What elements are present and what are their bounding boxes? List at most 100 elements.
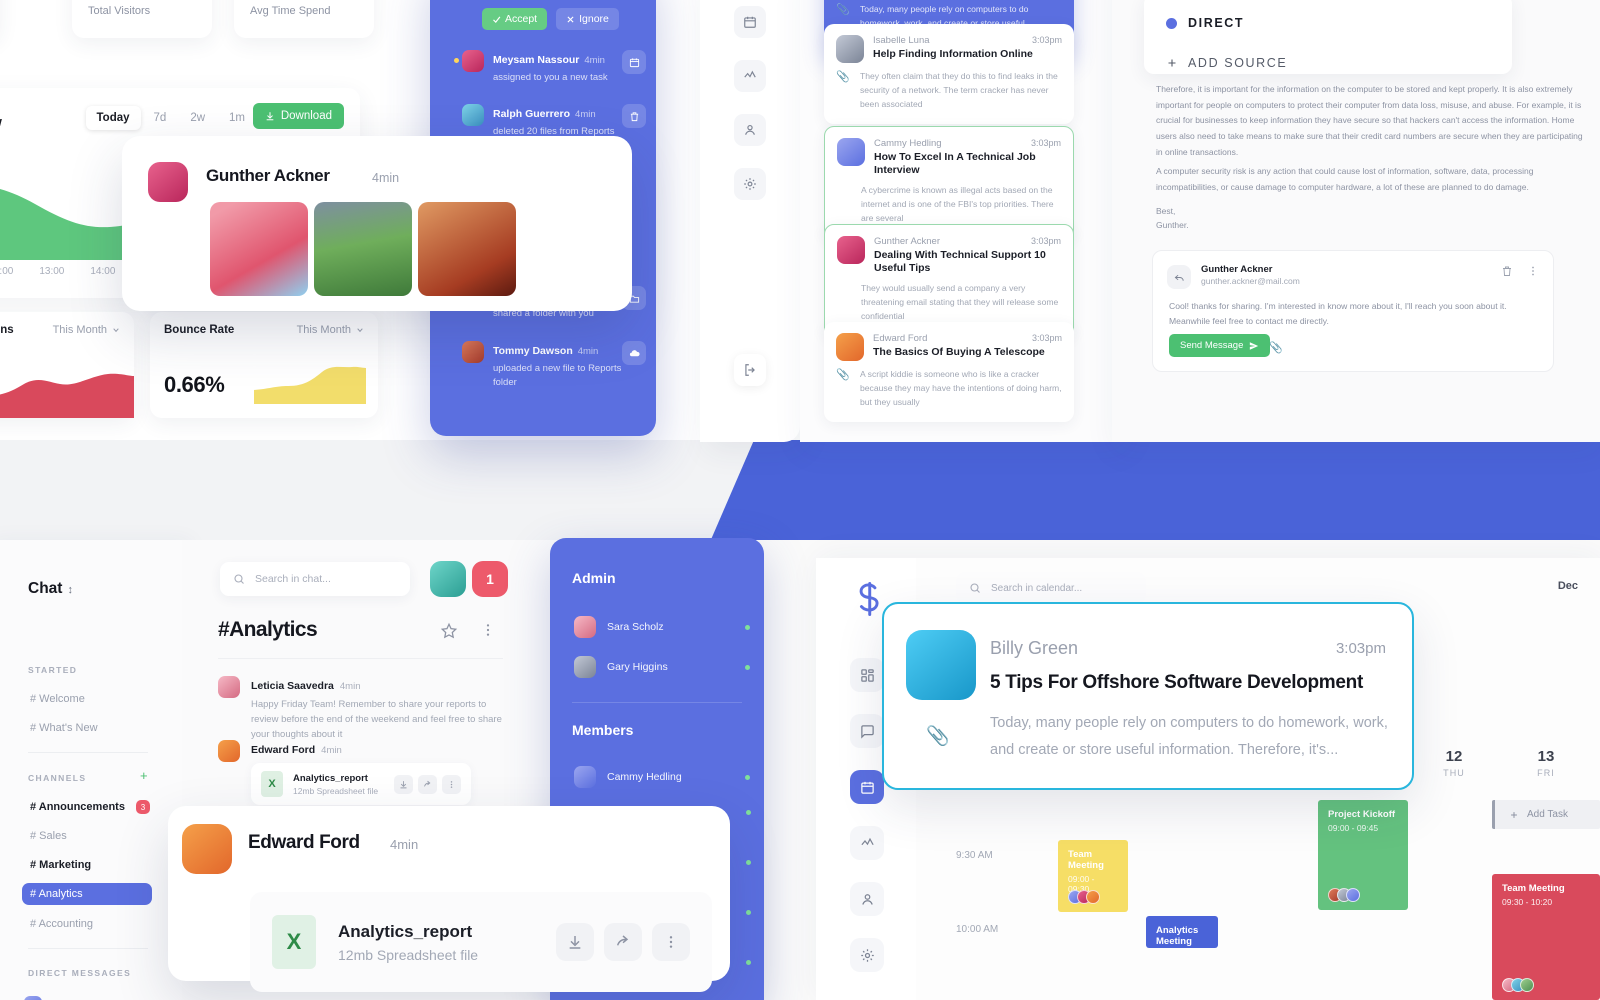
plus-icon[interactable]: + xyxy=(140,768,148,783)
more-vertical-icon[interactable] xyxy=(1527,265,1539,280)
invite-actions: Accept Ignore xyxy=(482,8,619,30)
event-time-span: 09:30 - 10:20 xyxy=(1502,897,1553,907)
mail-reader-panel: DIRECT ADD SOURCE Therefore, it is impor… xyxy=(1112,0,1600,442)
activity-time: 4min xyxy=(575,109,596,120)
analytics-icon[interactable] xyxy=(734,60,766,92)
search-icon xyxy=(234,574,244,584)
highlighted-mail-card[interactable]: Billy Green 3:03pm 5 Tips For Offshore S… xyxy=(882,602,1414,790)
calendar-event[interactable]: Team Meeting 09:00 - 09:30 xyxy=(1058,840,1128,912)
reply-actions xyxy=(1501,265,1539,280)
cloud-upload-icon[interactable] xyxy=(622,341,646,365)
download-icon[interactable] xyxy=(394,774,413,794)
calendar-task-icon[interactable] xyxy=(622,50,646,74)
spreadsheet-icon: X xyxy=(261,771,283,797)
reply-text[interactable]: Cool! thanks for sharing. I'm interested… xyxy=(1169,299,1541,328)
chat-workspace-switcher[interactable]: Chat ↕ xyxy=(28,580,73,598)
sidebar-item-welcome[interactable]: # Welcome xyxy=(22,688,152,710)
mail-item[interactable]: Cammy Hedling 3:03pm How To Excel In A Te… xyxy=(824,126,1074,240)
file-attachment-row[interactable]: X Analytics_report 12mb Spreadsheet file xyxy=(250,892,712,992)
mail-item[interactable]: Isabelle Luna 3:03pm Help Finding Informa… xyxy=(824,24,1074,125)
range-tab-7d[interactable]: 7d xyxy=(143,106,178,130)
send-message-button[interactable]: Send Message xyxy=(1169,334,1271,357)
bounce-rate-period-select[interactable]: This Month xyxy=(297,324,364,336)
avatar[interactable] xyxy=(430,561,466,597)
day-of-week: FRI xyxy=(1537,768,1555,778)
admin-section-title: Admin xyxy=(572,570,616,586)
mail-snippet: A cybercrime is known as illegal acts ba… xyxy=(861,185,1054,223)
sidebar-item-sales[interactable]: # Sales xyxy=(22,825,152,847)
share-icon[interactable] xyxy=(418,774,437,794)
more-vertical-icon[interactable] xyxy=(652,923,690,961)
reply-icon[interactable] xyxy=(1167,265,1191,289)
logout-icon[interactable] xyxy=(734,354,766,386)
sidebar-item-analytics[interactable]: # Analytics xyxy=(22,883,152,905)
canyon-photo[interactable] xyxy=(418,202,516,296)
event-attendees xyxy=(1328,888,1360,902)
day-column-header[interactable]: 12 THU xyxy=(1424,748,1484,778)
mail-header: Isabelle Luna 3:03pm Help Finding Informa… xyxy=(836,35,1062,63)
activity-item[interactable]: Meysam Nassour 4min assigned to you a new… xyxy=(448,50,646,85)
sidebar-item-accounting[interactable]: # Accounting xyxy=(22,913,152,935)
calendar-icon[interactable] xyxy=(850,770,884,804)
activity-item[interactable]: Tommy Dawson 4min uploaded a new file to … xyxy=(448,341,646,390)
member-row[interactable]: Sara Scholz xyxy=(574,616,750,638)
chat-icon[interactable] xyxy=(850,714,884,748)
mail-header: Gunther Ackner 3:03pm Dealing With Techni… xyxy=(837,236,1061,275)
spreadsheet-icon: X xyxy=(272,915,316,969)
mail-item[interactable]: Gunther Ackner 3:03pm Dealing With Techni… xyxy=(824,224,1074,338)
profile-icon[interactable] xyxy=(850,882,884,916)
add-task-button[interactable]: Add Task xyxy=(1492,800,1600,829)
range-tab-1m[interactable]: 1m xyxy=(218,106,256,130)
sidebar-item-announcements[interactable]: # Announcements xyxy=(22,796,152,818)
grid-icon[interactable] xyxy=(850,658,884,692)
trash-icon[interactable] xyxy=(622,104,646,128)
stat-card-total-visitors: 2,642 Total Visitors xyxy=(72,0,212,38)
calendar-event[interactable]: Project Kickoff 09:00 - 09:45 xyxy=(1318,800,1408,910)
calendar-event[interactable]: Team Meeting 09:30 - 10:20 xyxy=(1492,874,1600,1000)
avatar xyxy=(574,656,596,678)
analytics-icon[interactable] xyxy=(850,826,884,860)
gear-icon[interactable] xyxy=(850,938,884,972)
more-vertical-icon[interactable] xyxy=(480,622,496,643)
mail-item[interactable]: Edward Ford 3:03pm The Basics Of Buying A… xyxy=(824,322,1074,423)
member-row[interactable]: Gary Higgins xyxy=(574,656,750,678)
file-attachment-chip[interactable]: X Analytics_report 12mb Spreadsheet file xyxy=(251,763,471,805)
notification-badge[interactable]: 1 xyxy=(472,561,508,597)
mail-body: 📎 They often claim that they do this to … xyxy=(836,70,1062,111)
range-tab-today[interactable]: Today xyxy=(85,106,141,130)
paperclip-icon[interactable]: 📎 xyxy=(926,724,950,748)
paperclip-icon[interactable]: 📎 xyxy=(1269,341,1283,354)
member-row[interactable]: Cammy Hedling xyxy=(574,766,750,788)
search-input[interactable]: Search in chat... xyxy=(220,562,410,596)
mail-from: Isabelle Luna xyxy=(873,35,930,46)
trash-icon[interactable] xyxy=(1501,265,1513,280)
file-name: Analytics_report xyxy=(338,921,473,941)
conversions-period-select[interactable]: This Month xyxy=(53,324,120,336)
add-source-button[interactable]: ADD SOURCE xyxy=(1166,56,1287,70)
gear-icon[interactable] xyxy=(734,168,766,200)
ignore-button[interactable]: Ignore xyxy=(556,8,619,30)
sidebar-item-whats-new[interactable]: # What's New xyxy=(22,717,152,739)
download-button[interactable]: Download xyxy=(252,103,344,129)
range-tab-2w[interactable]: 2w xyxy=(179,106,216,130)
share-icon[interactable] xyxy=(604,923,642,961)
calendar-search-input[interactable]: Search in calendar... xyxy=(956,572,1146,604)
pink-building-photo[interactable] xyxy=(210,202,308,296)
highlight-snippet: Today, many people rely on computers to … xyxy=(990,715,1388,758)
day-column-header[interactable]: 13 FRI xyxy=(1516,748,1576,778)
star-icon[interactable] xyxy=(440,622,458,645)
calendar-icon[interactable] xyxy=(734,6,766,38)
activity-name: Ralph Guerrero xyxy=(493,108,571,120)
mail-body: 📎 They would usually send a company a ve… xyxy=(837,282,1061,323)
activity-item[interactable]: Ralph Guerrero 4min deleted 20 files from… xyxy=(448,104,646,139)
download-icon[interactable] xyxy=(556,923,594,961)
more-vertical-icon[interactable] xyxy=(442,774,461,794)
sidebar-item-cammy-hedling[interactable]: Cammy Hedling xyxy=(24,996,130,1000)
mail-header: Cammy Hedling 3:03pm How To Excel In A Te… xyxy=(837,138,1061,177)
chat-message: Leticia Saavedra 4min Happy Friday Team! … xyxy=(218,676,508,743)
profile-icon[interactable] xyxy=(734,114,766,146)
calendar-event[interactable]: Analytics Meeting xyxy=(1146,916,1218,948)
green-hills-photo[interactable] xyxy=(314,202,412,296)
accept-button[interactable]: Accept xyxy=(482,8,548,30)
sidebar-item-marketing[interactable]: # Marketing xyxy=(22,854,152,876)
